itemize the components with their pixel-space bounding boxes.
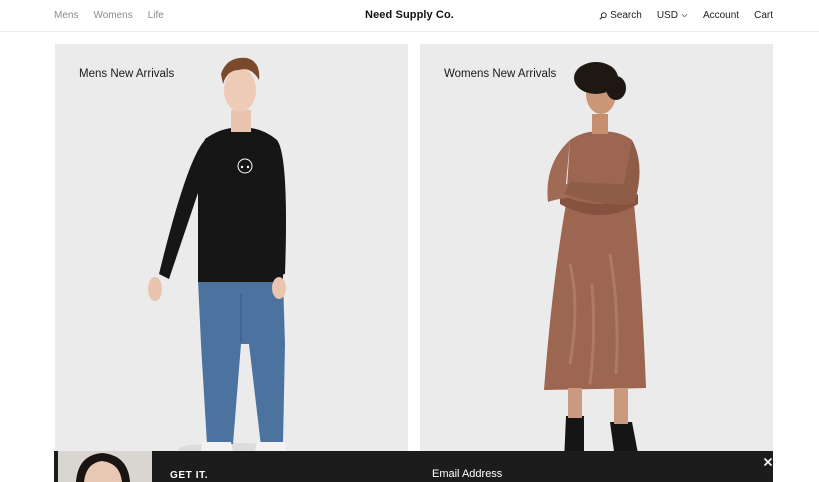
currency-label: USD <box>656 10 678 21</box>
utility-nav: Search USD Account Cart <box>599 10 773 21</box>
chevron-down-icon <box>681 13 688 18</box>
account-label: Account <box>702 10 740 21</box>
close-icon[interactable] <box>763 457 773 467</box>
womens-model-image <box>540 62 660 475</box>
search-icon <box>599 11 607 20</box>
cart-label: Cart <box>754 10 773 21</box>
search-link[interactable]: Search <box>599 10 642 21</box>
mens-panel-title: Mens New Arrivals <box>79 68 175 80</box>
email-field[interactable]: Email Address <box>432 468 502 480</box>
brand-logo[interactable]: Need Supply Co. <box>365 9 454 21</box>
signup-promo-image <box>58 451 152 482</box>
site-header: Mens Womens Life Need Supply Co. Search … <box>0 0 819 32</box>
mens-model-image <box>148 57 288 455</box>
search-label: Search <box>610 10 642 21</box>
cart-link[interactable]: Cart <box>754 10 773 21</box>
signup-headline: GET IT. <box>170 470 209 481</box>
mens-new-arrivals-panel[interactable]: Mens New Arrivals <box>55 44 408 482</box>
email-signup-bar: GET IT. Email Address <box>54 451 773 482</box>
womens-panel-title: Womens New Arrivals <box>444 68 557 80</box>
currency-selector[interactable]: USD <box>657 10 688 21</box>
womens-new-arrivals-panel[interactable]: Womens New Arrivals <box>420 44 773 482</box>
account-link[interactable]: Account <box>703 10 739 21</box>
